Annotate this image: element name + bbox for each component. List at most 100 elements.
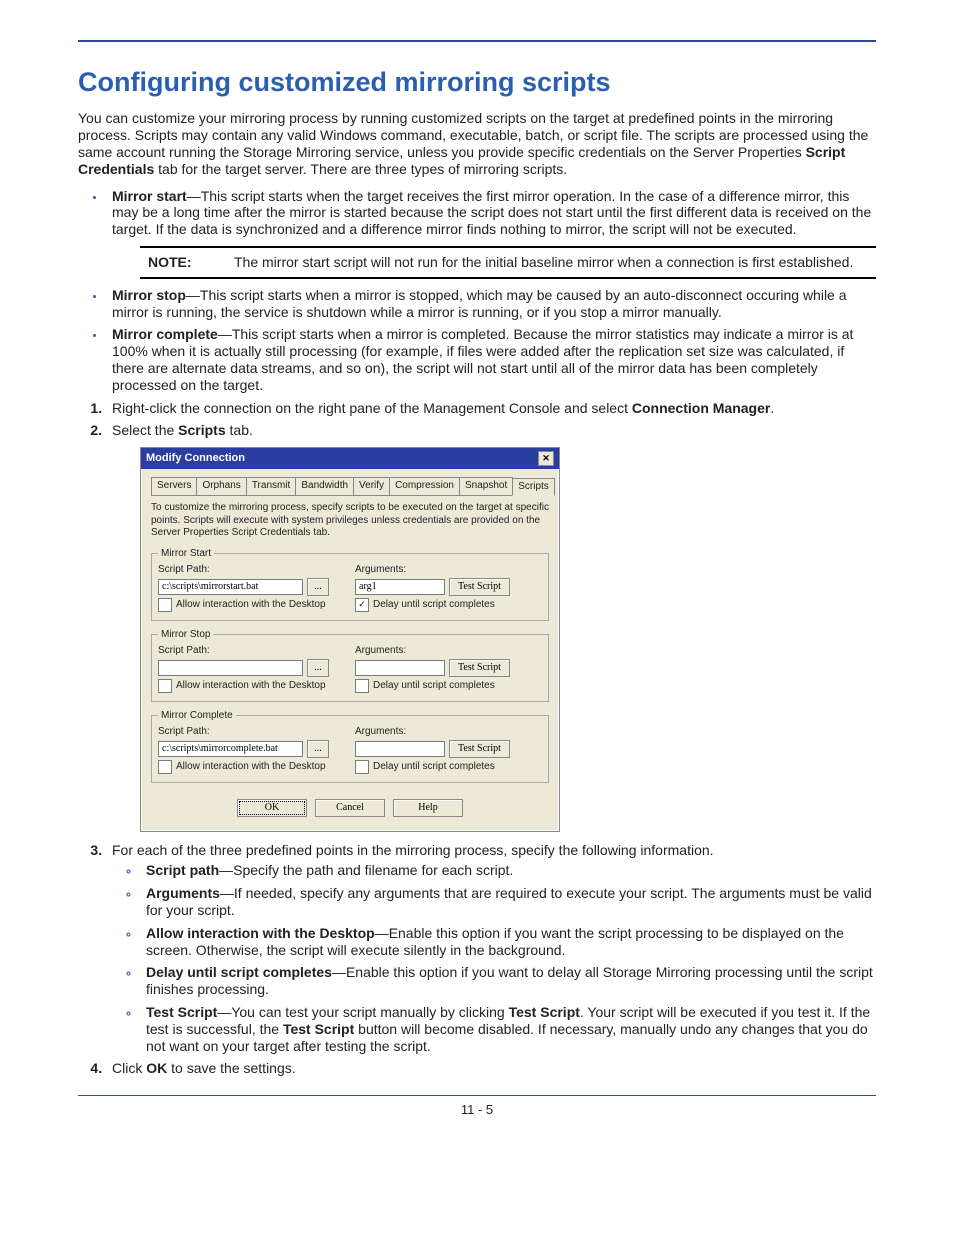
ts-a: —You can test your script manually by cl…: [217, 1004, 508, 1020]
step1-c: .: [770, 400, 774, 416]
ms-browse-button[interactable]: ...: [307, 578, 329, 596]
mstop-test-script-button[interactable]: Test Script: [449, 659, 510, 677]
steps-list: Right-click the connection on the right …: [78, 400, 876, 1078]
group-mirror-stop: Mirror Stop Script Path: ... Al: [151, 629, 549, 702]
bottom-rule: [78, 1095, 876, 1096]
step4-b: OK: [146, 1060, 167, 1076]
ms-allow-checkbox[interactable]: [158, 598, 172, 612]
help-button[interactable]: Help: [393, 799, 463, 817]
ok-button[interactable]: OK: [237, 799, 307, 817]
bullet-mirror-start: Mirror start—This script starts when the…: [106, 188, 876, 279]
intro-text-b: tab for the target server. There are thr…: [154, 161, 567, 177]
mstop-delay-label: Delay until script completes: [373, 680, 495, 692]
sub-test-script: Test Script—You can test your script man…: [140, 1004, 876, 1054]
ms-arguments-label: Arguments:: [355, 564, 542, 576]
mirror-start-text: —This script starts when the target rece…: [112, 188, 871, 238]
page-number: 11 - 5: [78, 1102, 876, 1118]
intro-paragraph: You can customize your mirroring process…: [78, 110, 876, 177]
mc-browse-button[interactable]: ...: [307, 740, 329, 758]
step-2: Select the Scripts tab. Modify Connectio…: [106, 422, 876, 831]
note-box: NOTE: The mirror start script will not r…: [140, 246, 876, 279]
tab-verify[interactable]: Verify: [353, 477, 390, 495]
mirror-stop-text: —This script starts when a mirror is sto…: [112, 287, 847, 320]
sp-l: Script path: [146, 862, 219, 878]
bullet-list-1: Mirror start—This script starts when the…: [78, 188, 876, 394]
step2-a: Select the: [112, 422, 178, 438]
step3-sublist: Script path—Specify the path and filenam…: [112, 862, 876, 1054]
group-mirror-start-legend: Mirror Start: [158, 548, 214, 560]
dialog-body: Servers Orphans Transmit Bandwidth Verif…: [141, 469, 559, 831]
mc-script-path-label: Script Path:: [158, 726, 345, 738]
sub-allow-interaction: Allow interaction with the Desktop—Enabl…: [140, 925, 876, 959]
aid-l: Allow interaction with the Desktop: [146, 925, 375, 941]
ms-script-path-input[interactable]: [158, 579, 303, 595]
tab-scripts[interactable]: Scripts: [512, 478, 555, 496]
sub-script-path: Script path—Specify the path and filenam…: [140, 862, 876, 879]
tab-servers[interactable]: Servers: [151, 477, 197, 495]
mstop-arguments-label: Arguments:: [355, 645, 542, 657]
note-label: NOTE:: [140, 247, 226, 278]
mc-test-script-button[interactable]: Test Script: [449, 740, 510, 758]
step2-b: Scripts: [178, 422, 225, 438]
del-l: Delay until script completes: [146, 964, 332, 980]
mstop-script-path-label: Script Path:: [158, 645, 345, 657]
step1-a: Right-click the connection on the right …: [112, 400, 632, 416]
step4-a: Click: [112, 1060, 146, 1076]
tab-orphans[interactable]: Orphans: [196, 477, 246, 495]
close-icon[interactable]: ✕: [538, 451, 554, 466]
ms-script-path-label: Script Path:: [158, 564, 345, 576]
mirror-start-label: Mirror start: [112, 188, 187, 204]
mirror-complete-label: Mirror complete: [112, 326, 218, 342]
modify-connection-dialog: Modify Connection ✕ Servers Orphans Tran…: [140, 447, 560, 832]
mstop-allow-label: Allow interaction with the Desktop: [176, 680, 326, 692]
step4-c: to save the settings.: [167, 1060, 295, 1076]
mstop-delay-checkbox[interactable]: [355, 679, 369, 693]
top-rule: [78, 40, 876, 42]
group-mirror-start: Mirror Start Script Path: ... A: [151, 548, 549, 621]
mstop-allow-checkbox[interactable]: [158, 679, 172, 693]
step3-text: For each of the three predefined points …: [112, 842, 714, 858]
cancel-button[interactable]: Cancel: [315, 799, 385, 817]
ms-delay-label: Delay until script completes: [373, 599, 495, 611]
mc-delay-checkbox[interactable]: [355, 760, 369, 774]
mirror-stop-label: Mirror stop: [112, 287, 186, 303]
bullet-mirror-complete: Mirror complete—This script starts when …: [106, 326, 876, 393]
step-3: For each of the three predefined points …: [106, 842, 876, 1055]
tab-bandwidth[interactable]: Bandwidth: [295, 477, 354, 495]
mstop-script-path-input[interactable]: [158, 660, 303, 676]
ms-test-script-button[interactable]: Test Script: [449, 578, 510, 596]
tab-compression[interactable]: Compression: [389, 477, 460, 495]
step1-b: Connection Manager: [632, 400, 770, 416]
sp-t: —Specify the path and filename for each …: [219, 862, 513, 878]
ts-l: Test Script: [146, 1004, 217, 1020]
dialog-description: To customize the mirroring process, spec…: [151, 502, 549, 540]
ms-allow-label: Allow interaction with the Desktop: [176, 599, 326, 611]
bullet-mirror-stop: Mirror stop—This script starts when a mi…: [106, 287, 876, 321]
dialog-screenshot: Modify Connection ✕ Servers Orphans Tran…: [140, 447, 876, 832]
mstop-browse-button[interactable]: ...: [307, 659, 329, 677]
step-1: Right-click the connection on the right …: [106, 400, 876, 417]
mstop-arguments-input[interactable]: [355, 660, 445, 676]
sub-delay: Delay until script completes—Enable this…: [140, 964, 876, 998]
step2-c: tab.: [226, 422, 253, 438]
ms-delay-checkbox[interactable]: ✓: [355, 598, 369, 612]
dialog-title-text: Modify Connection: [146, 452, 245, 465]
dialog-tabstrip: Servers Orphans Transmit Bandwidth Verif…: [151, 477, 549, 496]
step-4: Click OK to save the settings.: [106, 1060, 876, 1077]
tab-transmit[interactable]: Transmit: [246, 477, 297, 495]
mc-script-path-input[interactable]: [158, 741, 303, 757]
group-mirror-complete-legend: Mirror Complete: [158, 710, 236, 722]
ts-d: Test Script: [283, 1021, 354, 1037]
sub-arguments: Arguments—If needed, specify any argumen…: [140, 885, 876, 919]
tab-snapshot[interactable]: Snapshot: [459, 477, 513, 495]
note-text: The mirror start script will not run for…: [226, 247, 876, 278]
dialog-button-row: OK Cancel Help: [151, 791, 549, 821]
dialog-titlebar: Modify Connection ✕: [141, 448, 559, 469]
arg-l: Arguments: [146, 885, 220, 901]
mc-arguments-label: Arguments:: [355, 726, 542, 738]
arg-t: —If needed, specify any arguments that a…: [146, 885, 872, 918]
ts-b: Test Script: [509, 1004, 580, 1020]
ms-arguments-input[interactable]: [355, 579, 445, 595]
mc-arguments-input[interactable]: [355, 741, 445, 757]
mc-allow-checkbox[interactable]: [158, 760, 172, 774]
